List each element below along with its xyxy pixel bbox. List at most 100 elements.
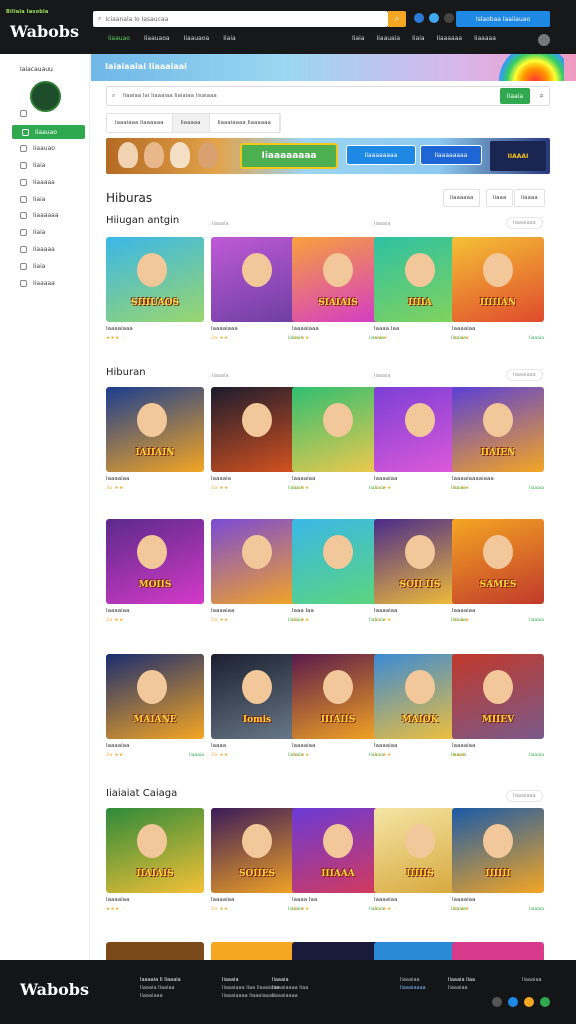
banner-game-logo[interactable]: IIAAAI bbox=[490, 141, 546, 171]
top-search-input[interactable]: ⌕ Iciaanala Io Iasaucaa bbox=[93, 11, 388, 27]
sidebar-item[interactable]: Iiaaaaa bbox=[20, 179, 55, 186]
sort-option[interactable]: Iiaaa bbox=[486, 189, 514, 207]
sidebar-item[interactable]: Iiaaaaaa bbox=[20, 212, 59, 219]
sidebar-item[interactable]: Iiaaaaa bbox=[20, 246, 55, 253]
game-card[interactable]: IAIIAIN Iaaaaiaa 3a ★★ bbox=[106, 387, 204, 491]
footer-link[interactable]: Iiaaaia Iiaaiaa bbox=[140, 984, 181, 992]
footer-link[interactable]: Iiaaaiaaaa bbox=[400, 984, 426, 992]
game-card[interactable]: SIIIUAOS Iaaaaiaaa ★★★ bbox=[106, 237, 204, 341]
view-all-button[interactable]: Iiaaaiaaa bbox=[506, 369, 543, 381]
game-thumbnail[interactable] bbox=[211, 387, 303, 472]
footer-link[interactable]: Iiaaaiaaaa Iiaaaiaaaa bbox=[222, 992, 279, 1000]
game-thumbnail[interactable] bbox=[292, 387, 384, 472]
game-title[interactable]: Iaaaaia bbox=[211, 476, 303, 482]
game-thumbnail[interactable]: IIIIII bbox=[452, 808, 544, 893]
view-all-button[interactable]: Iiaaaiaaa bbox=[506, 217, 543, 229]
game-thumbnail[interactable] bbox=[292, 942, 384, 960]
top-search-button[interactable]: ⌕ bbox=[388, 11, 406, 27]
game-thumbnail[interactable]: IIIAAA bbox=[292, 808, 384, 893]
game-card[interactable]: IIIAIIS Iaaaaiaa 3a ★★ Iiaaaia bbox=[292, 654, 384, 758]
game-card[interactable]: IIAIEN Iaaaaiaaaaiaaa 3a ★★ Iiaaaia bbox=[452, 387, 544, 491]
game-title[interactable]: Iaaaaiaa bbox=[106, 608, 204, 614]
nav-item[interactable]: Iiaauaia bbox=[376, 35, 400, 42]
game-title[interactable]: Iaaaaiaa bbox=[452, 608, 544, 614]
sidebar-item[interactable]: Iiaia bbox=[20, 263, 45, 270]
game-card[interactable]: MIIEV Iaaaaiaa ★★★ Iiaaaia bbox=[452, 654, 544, 758]
filter-tab[interactable]: Iaaaiaaa Iiaaaaaa bbox=[107, 114, 173, 132]
game-title[interactable]: Iaaaa bbox=[211, 743, 303, 749]
sidebar-item-active[interactable]: Iiaauao bbox=[12, 125, 85, 139]
signup-button[interactable]: Islaobaa Iaaiiauao bbox=[456, 11, 550, 27]
banner-button[interactable]: Iiaaaaaaaa bbox=[420, 145, 482, 165]
banner-button[interactable]: Iiaaaaaaaa bbox=[346, 145, 416, 165]
game-card[interactable]: SIAIAIS Iaaaaiaaa 3a ★★ Iiaaaia bbox=[292, 237, 384, 341]
game-thumbnail[interactable] bbox=[292, 519, 384, 604]
game-card[interactable]: Iaaaaiaa 3a ★★ Iiaaaia bbox=[292, 387, 384, 491]
game-title[interactable]: Iaaaaiaa bbox=[211, 608, 303, 614]
game-thumbnail[interactable]: SAMES bbox=[452, 519, 544, 604]
game-title[interactable]: Iaaaaiaaa bbox=[106, 326, 204, 332]
nav-item[interactable]: Iiaauaoa bbox=[184, 35, 210, 42]
globe-icon[interactable] bbox=[414, 13, 424, 23]
game-thumbnail[interactable] bbox=[211, 942, 303, 960]
game-thumbnail[interactable]: IIIIIAN bbox=[452, 237, 544, 322]
sidebar-item[interactable]: Iiaauao bbox=[20, 145, 55, 152]
sort-option[interactable]: Iiaaaaaa bbox=[443, 189, 481, 207]
brand-logo[interactable]: Wabobs bbox=[10, 22, 79, 41]
game-card[interactable]: MOIIS Iaaaaiaa 3a ★★ bbox=[106, 519, 204, 623]
game-thumbnail[interactable] bbox=[452, 942, 544, 960]
game-card[interactable]: SAMES Iaaaaiaa 3a ★★ Iiaaaia bbox=[452, 519, 544, 623]
user-icon[interactable] bbox=[444, 13, 454, 23]
play-now-button[interactable]: Iiaaaaaaaa bbox=[240, 143, 338, 169]
game-title[interactable]: Iaaa Iaa bbox=[292, 608, 384, 614]
game-title[interactable]: Iaaaaiaa bbox=[452, 743, 544, 749]
footer-link[interactable]: Iiaaaiaaa Iiaa Iiaaaiaaa bbox=[222, 984, 279, 992]
game-thumbnail[interactable]: IAIIAIN bbox=[106, 387, 204, 472]
footer-link[interactable]: Iiaaaiaaaa Iiaa bbox=[272, 984, 308, 992]
game-card[interactable]: Iaaaaiaaa 3a ★★ Iiaaaia bbox=[211, 237, 303, 341]
footer-link[interactable]: Iiaaaiaa bbox=[448, 984, 475, 992]
game-card[interactable]: IIIIII Iaaaaiaa 3a ★★ Iiaaaia bbox=[452, 808, 544, 912]
footer-logo[interactable]: Wabobs bbox=[20, 980, 89, 999]
game-card[interactable]: Iomis Iaaaa 3a ★★ Iiaaaia bbox=[211, 654, 303, 758]
nav-item[interactable]: Iiaauaoa bbox=[144, 35, 170, 42]
search-icon[interactable]: ⌕ bbox=[540, 91, 544, 101]
sidebar-item[interactable]: Iiaia bbox=[20, 229, 45, 236]
avatar[interactable] bbox=[30, 81, 61, 112]
bell-icon[interactable] bbox=[429, 13, 439, 23]
game-card[interactable]: IIAIAIS Iaaaaiaa ★★★ bbox=[106, 808, 204, 912]
nav-item[interactable]: Iiaaaaaa bbox=[437, 35, 463, 42]
game-card[interactable]: Iaaa Iaa 3a ★★ Iiaaaia bbox=[292, 519, 384, 623]
footer-link[interactable]: Iiaaaiaa bbox=[522, 976, 542, 984]
nav-item[interactable]: Iiaaaaa bbox=[474, 35, 496, 42]
game-title[interactable]: Iaaaa Iaa bbox=[292, 897, 384, 903]
game-title[interactable]: Iaaaaiaa bbox=[106, 476, 204, 482]
social-icon[interactable] bbox=[508, 997, 518, 1007]
game-card[interactable]: SOIIES Iaaaaiaa 3a ★★ Iiaaaia bbox=[211, 808, 303, 912]
nav-item[interactable]: Iiaauao bbox=[108, 35, 130, 42]
game-title[interactable]: Iaaaaiaa bbox=[292, 476, 384, 482]
game-title[interactable]: Iaaaaiaa bbox=[452, 897, 544, 903]
game-title[interactable]: Iaaaaiaa bbox=[452, 326, 544, 332]
game-thumbnail[interactable]: MOIIS bbox=[106, 519, 204, 604]
game-card[interactable]: MAIANE Iaaaaiaa 3a ★★ Iiaaaia bbox=[106, 654, 204, 758]
game-thumbnail[interactable]: IIAIAIS bbox=[106, 808, 204, 893]
nav-item[interactable]: Iiaia bbox=[352, 35, 364, 42]
game-thumbnail[interactable] bbox=[211, 519, 303, 604]
view-all-button[interactable]: Iiaaaiaaa bbox=[506, 790, 543, 802]
footer-link[interactable]: Iiaaaiaaa bbox=[140, 992, 181, 1000]
game-thumbnail[interactable] bbox=[106, 942, 204, 960]
sidebar-item[interactable]: Iiaaaaa bbox=[20, 280, 55, 287]
main-search-button[interactable]: Iiaaia bbox=[500, 88, 530, 104]
game-thumbnail[interactable]: IIIAIIS bbox=[292, 654, 384, 739]
game-title[interactable]: Iaaaaiaaa bbox=[211, 326, 303, 332]
main-search-input[interactable]: ⌕ Iiaaiaa lai Iiaaaiaa Iiaiaiaa lisaiaaa… bbox=[106, 86, 550, 106]
footer-link[interactable]: Iiaaaiaa bbox=[400, 976, 426, 984]
game-thumbnail[interactable]: SIAIAIS bbox=[292, 237, 384, 322]
game-title[interactable]: Iaaaaiaa bbox=[292, 743, 384, 749]
game-title[interactable]: Iaaaaiaa bbox=[106, 743, 204, 749]
game-card[interactable]: IIIIIAN Iaaaaiaa 3a ★★ Iiaaaia bbox=[452, 237, 544, 341]
social-icon[interactable] bbox=[540, 997, 550, 1007]
filter-tab[interactable]: Iiaaaiaaaa Iiaaaaaa bbox=[210, 114, 280, 132]
game-thumbnail[interactable] bbox=[211, 237, 303, 322]
